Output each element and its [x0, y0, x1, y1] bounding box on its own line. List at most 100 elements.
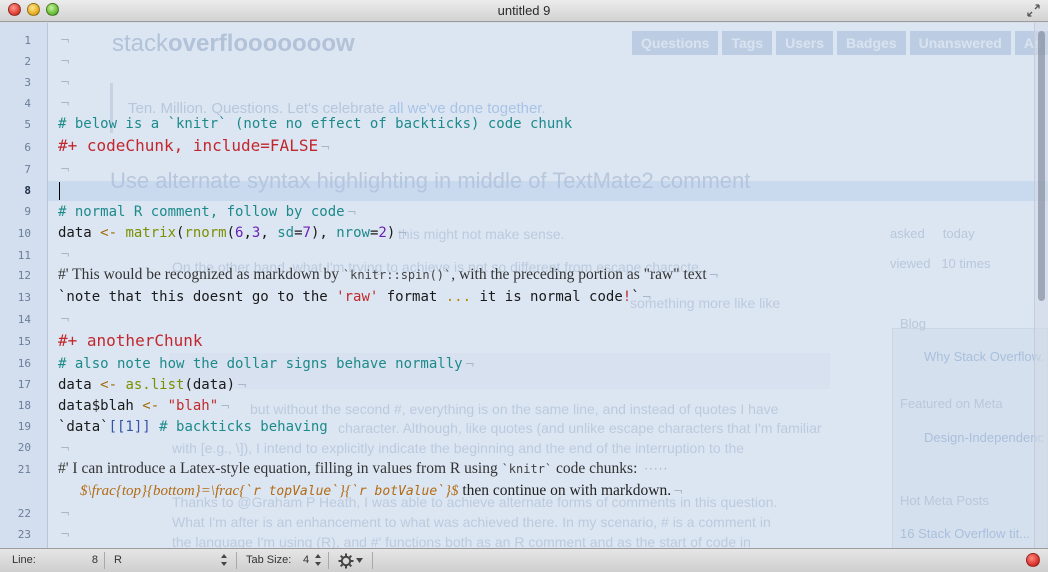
code-token: =: [294, 225, 303, 241]
status-bar: Line: 8 R Tab Size: 4: [0, 548, 1048, 572]
roxygen-markdown: , with the preceding portion as "raw" te…: [451, 266, 707, 283]
argument-name: sd: [277, 225, 295, 241]
code-token: data: [58, 225, 92, 241]
code-line-2[interactable]: ¬: [58, 51, 70, 71]
chevron-down-icon[interactable]: [356, 558, 363, 564]
code-line-11[interactable]: ¬: [58, 244, 70, 264]
line-number: 18: [17, 399, 31, 412]
code-line-17[interactable]: data <- as.list(data) ¬: [58, 375, 247, 395]
line-number: 20: [17, 441, 31, 454]
code-line-5[interactable]: # below is a `knitr` (note no effect of …: [58, 114, 572, 134]
line-number: 5: [24, 118, 31, 131]
code-line-22[interactable]: ¬: [58, 503, 70, 523]
code-line-16[interactable]: # also note how the dollar signs behave …: [58, 354, 475, 374]
code-line-12[interactable]: #' This would be recognized as markdown …: [58, 265, 719, 285]
pilcrow: ¬: [708, 268, 719, 282]
r-comment: # backticks behaving: [150, 419, 328, 435]
code-token: data$blah: [58, 398, 134, 414]
line-number: 14: [17, 313, 31, 326]
divider: [372, 552, 373, 569]
line-number-current: 8: [24, 184, 31, 197]
code-token: format: [378, 289, 446, 305]
line-number: 7: [24, 163, 31, 176]
code-line-21[interactable]: #' I can introduce a Latex-style equatio…: [58, 459, 668, 479]
latex-math: $\frac{top}{bottom}=\frac{: [80, 483, 246, 499]
line-number: 16: [17, 357, 31, 370]
code-line-15[interactable]: #+ anotherChunk: [58, 331, 203, 352]
code-line-19[interactable]: `data`[[1]] # backticks behaving: [58, 417, 328, 437]
scrollbar-thumb[interactable]: [1038, 31, 1045, 301]
line-number: 22: [17, 507, 31, 520]
line-number: 15: [17, 335, 31, 348]
code-line-10[interactable]: data <- matrix(rnorm(6,3, sd=7), nrow=2)…: [58, 223, 407, 243]
line-number: 23: [17, 528, 31, 541]
background-logo: stackoverflooooooow: [112, 30, 355, 57]
pilcrow: ¬: [60, 96, 71, 110]
roxygen-markdown: then continue on with markdown.: [458, 482, 672, 499]
pilcrow: ¬: [60, 33, 71, 47]
line-number: 2: [24, 55, 31, 68]
r-comment: # normal R comment, follow by code: [58, 204, 345, 220]
code-line-9[interactable]: # normal R comment, follow by code ¬: [58, 202, 357, 222]
background-snippet: the language I'm using (R), and #' funct…: [172, 534, 751, 548]
code-line-4[interactable]: ¬: [58, 93, 70, 113]
divider: [104, 552, 105, 569]
line-number-field[interactable]: 8: [88, 554, 98, 566]
background-asked: asked today: [890, 226, 975, 241]
pilcrow: ¬: [237, 378, 248, 392]
line-number: 19: [17, 420, 31, 433]
line-number: 13: [17, 291, 31, 304]
background-snippet: character. Although, like quotes (and un…: [338, 420, 822, 436]
inline-code: `knitr::spin()`: [342, 268, 452, 282]
language-selector[interactable]: R: [114, 554, 122, 566]
title-bar: untitled 9: [0, 0, 1048, 22]
text-editor[interactable]: stackoverflooooooow Questions Tags Users…: [0, 23, 1048, 548]
code-line-7[interactable]: ¬: [58, 159, 70, 179]
tab-size-label: Tab Size:: [246, 554, 292, 566]
inline-code: `knitr`: [501, 462, 553, 476]
pilcrow: ¬: [60, 54, 71, 68]
text-cursor: [59, 182, 60, 200]
string-literal: "blah": [167, 398, 219, 414]
tab-size-updown-icon[interactable]: [314, 552, 322, 568]
code-line-20[interactable]: ¬: [58, 438, 70, 458]
line-number: 6: [24, 141, 31, 154]
language-updown-icon[interactable]: [220, 552, 228, 568]
number-literal: 2: [378, 225, 387, 241]
vertical-scrollbar[interactable]: [1034, 23, 1048, 548]
code-line-6[interactable]: #+ codeChunk, include=FALSE ¬: [58, 136, 330, 157]
code-token: ): [386, 225, 396, 241]
pilcrow: ¬: [673, 484, 684, 498]
code-line-14[interactable]: ¬: [58, 309, 70, 329]
line-number-gutter[interactable]: 1 2 3 4 5 6 7 8 9 10 11 12 13 14 15 16 1…: [0, 23, 48, 548]
code-line-3[interactable]: ¬: [58, 72, 70, 92]
roxygen-markdown: #' I can introduce a Latex-style equatio…: [58, 460, 502, 477]
code-token: ,: [260, 225, 278, 241]
macro-record-button[interactable]: [1026, 553, 1040, 567]
latex-math: }{: [339, 483, 352, 499]
code-line-18[interactable]: data$blah <- "blah" ¬: [58, 396, 230, 416]
gear-icon[interactable]: [338, 553, 354, 569]
code-token: ),: [310, 225, 337, 241]
string-literal: 'raw': [336, 289, 379, 305]
pilcrow: ¬: [60, 506, 71, 520]
background-nav-item: Questions: [632, 31, 719, 55]
code-line-1[interactable]: ¬: [58, 30, 70, 50]
code-token: ,: [243, 225, 252, 241]
code-line-21-wrapped[interactable]: $\frac{top}{bottom}=\frac{`r topValue`}{…: [80, 481, 683, 502]
tab-size-selector[interactable]: 4: [303, 554, 309, 566]
code-token: `note that this doesnt go to the: [58, 289, 337, 305]
function-name: rnorm: [184, 225, 227, 241]
line-number: 10: [17, 227, 31, 240]
fullscreen-icon[interactable]: [1027, 4, 1040, 17]
code-line-13[interactable]: `note that this doesnt go to the 'raw' f…: [58, 287, 652, 307]
argument-name: nrow: [336, 225, 370, 241]
pilcrow: ¬: [641, 290, 652, 304]
line-number: 3: [24, 76, 31, 89]
pilcrow: ¬: [60, 312, 71, 326]
background-blog-heading: Blog: [900, 316, 927, 331]
function-name: as.list: [125, 377, 185, 393]
code-line-23[interactable]: ¬: [58, 524, 70, 544]
pilcrow: ¬: [60, 527, 71, 541]
divider: [236, 552, 237, 569]
